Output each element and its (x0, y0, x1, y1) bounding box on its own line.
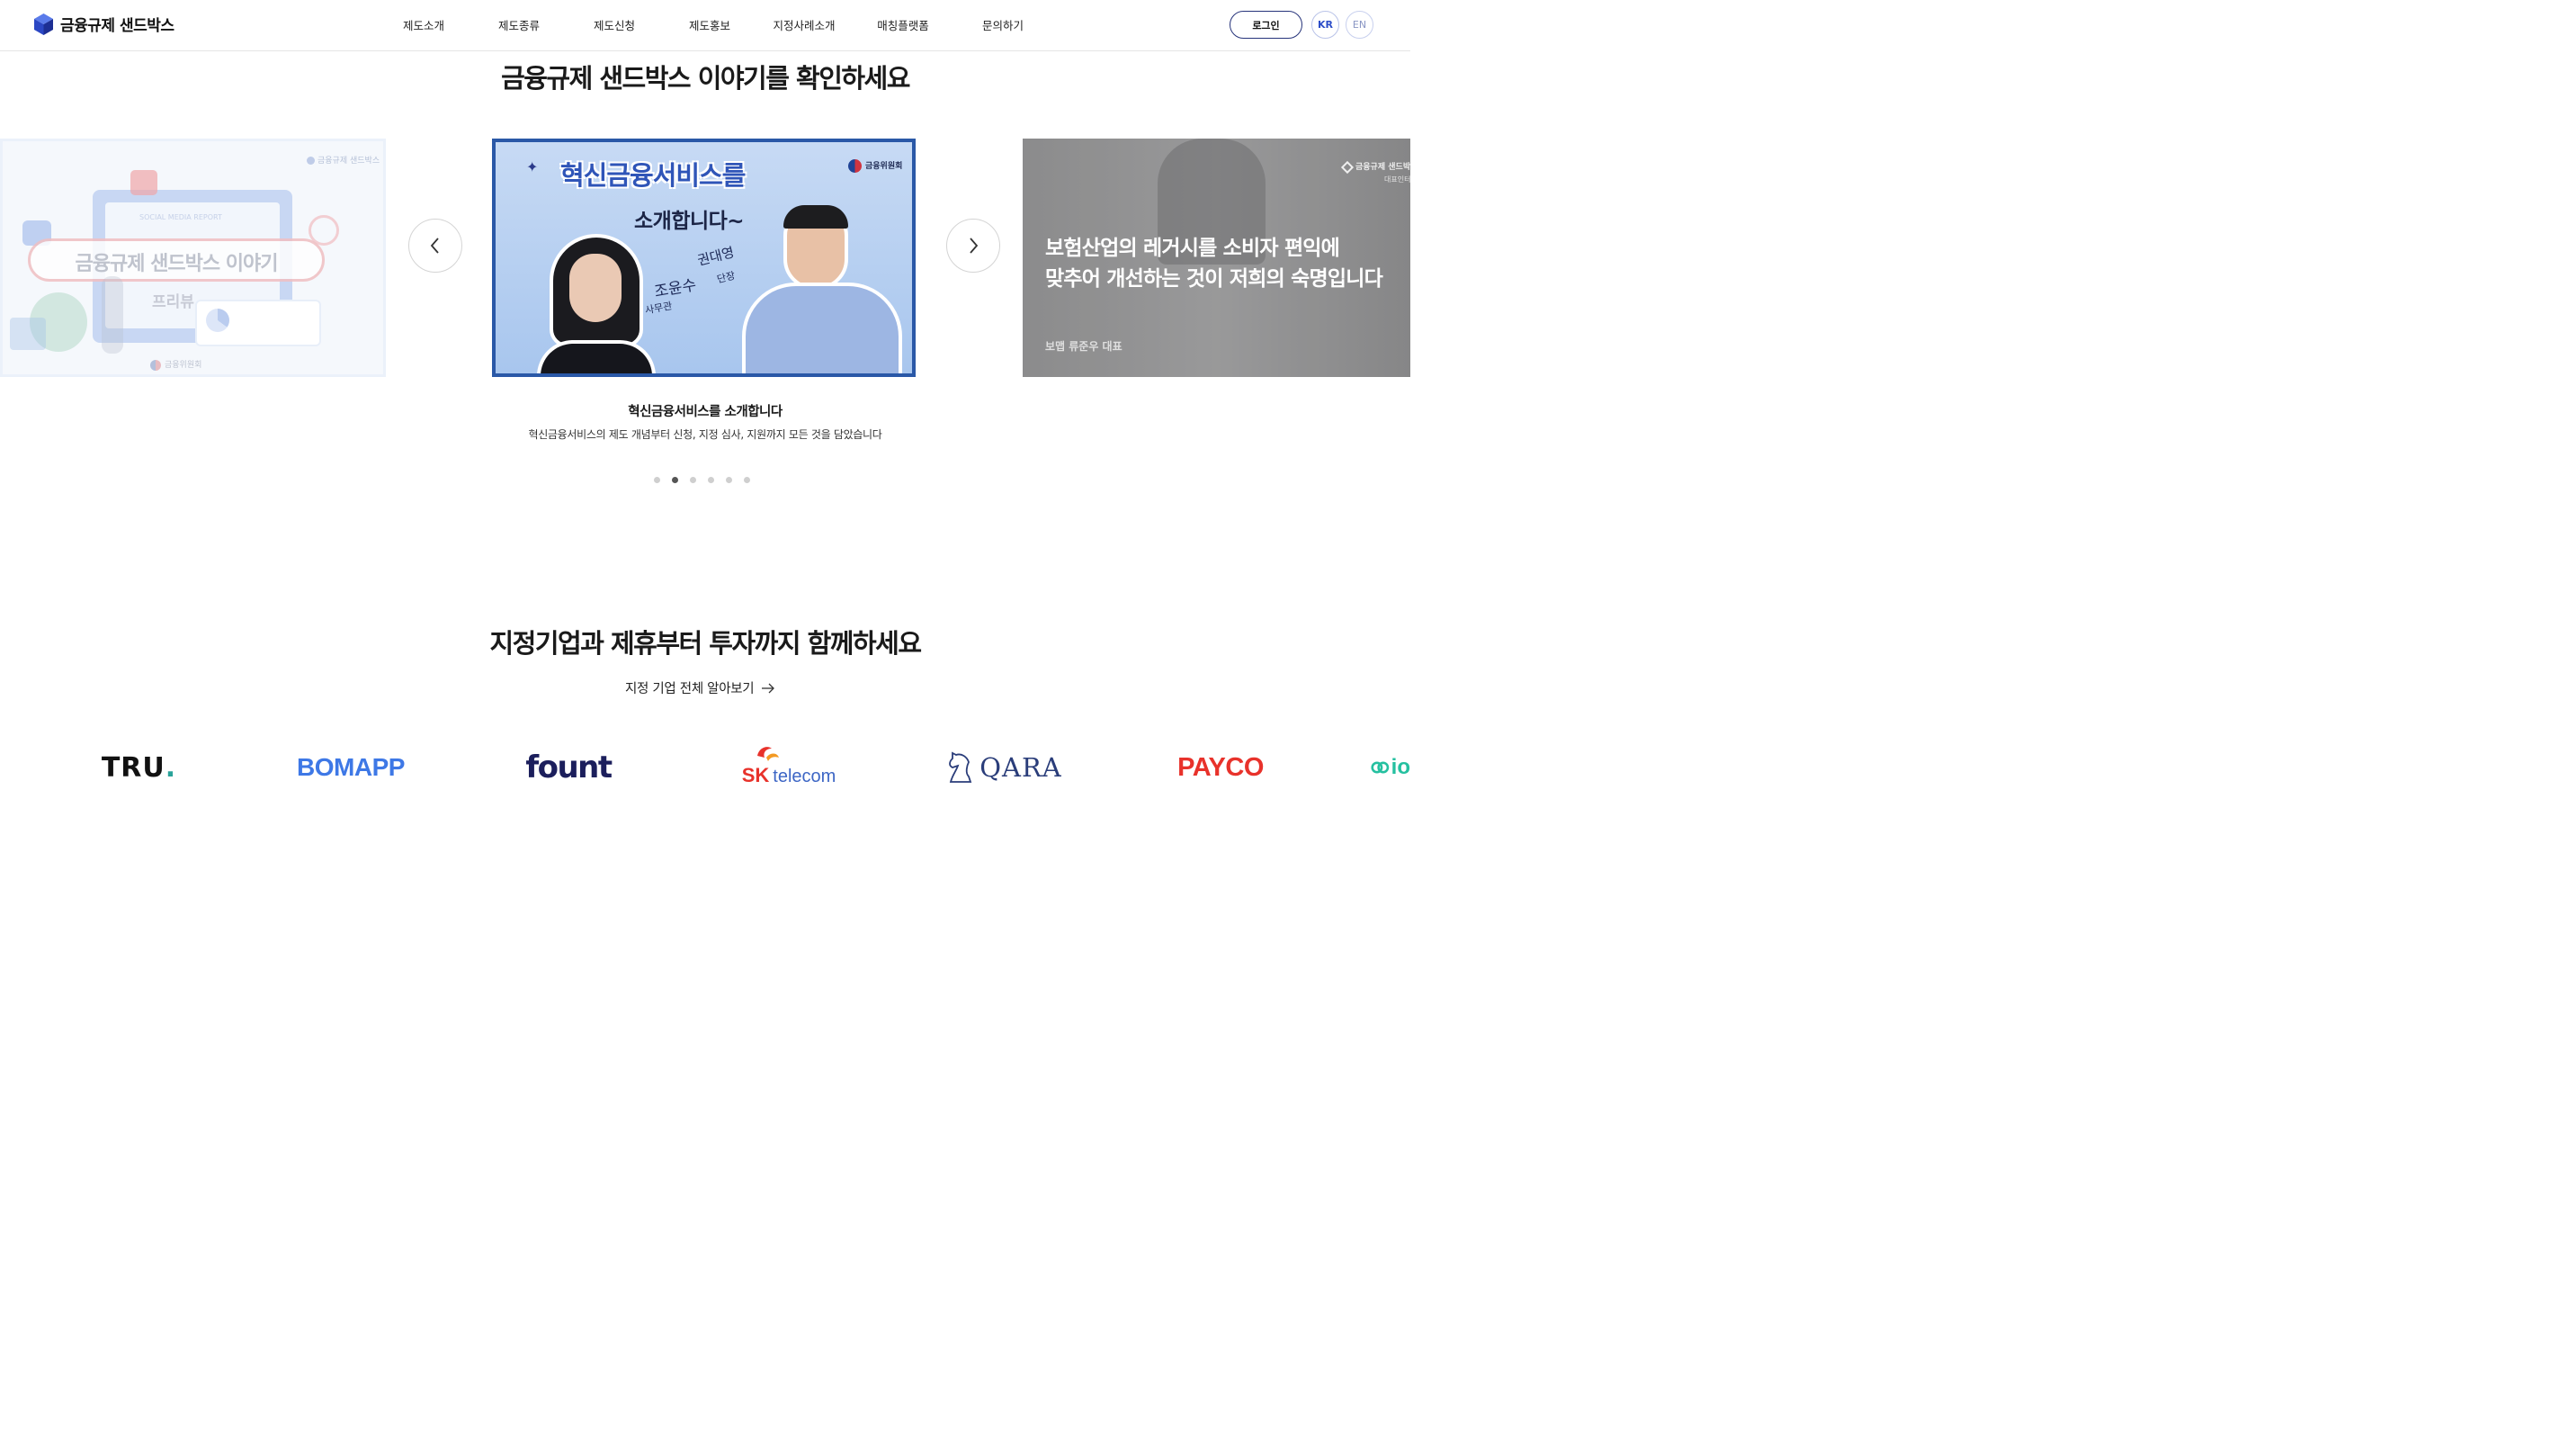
partner-logo-tru[interactable]: TRU. (94, 743, 183, 792)
nav-system-intro[interactable]: 제도소개 (376, 16, 471, 33)
partner-logo-bomapp[interactable]: BOMAPP (288, 743, 414, 792)
story-slide-active[interactable]: 금융위원회 ✦ 혁신금융서비스를 소개합니다~ 조윤수 사무관 권대영 단장 (492, 139, 916, 377)
person-b-title: 단장 (715, 269, 737, 286)
nav-system-types[interactable]: 제도종류 (471, 16, 567, 33)
left-headline: 금융규제 샌드박스 이야기 (75, 253, 279, 275)
pie-icon (206, 309, 229, 332)
person-b-photo (742, 205, 912, 373)
main-nav: 제도소개 제도종류 제도신청 제도홍보 지정사례소개 매칭플랫폼 문의하기 (376, 16, 1051, 33)
badge-dot-icon (307, 157, 315, 165)
logo-cube-icon (34, 13, 53, 35)
logo-text: 금융규제 샌드박스 (60, 17, 174, 35)
right-badge-sub: 대표인터 (1384, 175, 1410, 184)
gov-emblem-icon (848, 159, 862, 173)
pagination-dot[interactable] (690, 477, 696, 483)
partners-title: 지정기업과 제휴부터 투자까지 함께하세요 (489, 628, 922, 659)
right-speaker: 보맵 류준우 대표 (1045, 340, 1123, 353)
slide-badge: 금융규제 샌드박스 (307, 154, 380, 166)
slide-caption-desc: 혁신금융서비스의 제도 개념부터 신청, 지정 심사, 지원까지 모든 것을 담… (528, 428, 882, 441)
star-decoration-icon: ✦ (526, 158, 539, 175)
mail-icon (130, 170, 157, 195)
partner-logo-sk-telecom[interactable]: SK telecom (732, 743, 845, 792)
partner-logo-strip: TRU. BOMAPP fount SK telecom QARA PAYCO … (0, 743, 1410, 792)
pagination-dot[interactable] (744, 477, 750, 483)
lang-kr-button[interactable]: KR (1311, 11, 1339, 39)
pagination-dot[interactable] (654, 477, 660, 483)
sandbox-logo-icon (1340, 160, 1355, 174)
gov-emblem-icon (150, 359, 161, 371)
agency-logo: 금융위원회 (848, 159, 902, 173)
nav-system-apply[interactable]: 제도신청 (567, 16, 662, 33)
stories-title: 금융규제 샌드박스 이야기를 확인하세요 (501, 63, 910, 94)
left-footer-logo: 금융위원회 (150, 358, 201, 371)
left-sub: 프리뷰 (152, 293, 194, 311)
person-a-photo (537, 234, 656, 373)
chevron-left-icon (430, 238, 439, 254)
person-b-name: 권대영 (695, 244, 737, 269)
nav-cases[interactable]: 지정사례소개 (757, 16, 851, 33)
knight-chess-icon (949, 751, 972, 783)
center-headline-1: 혁신금융서비스를 (560, 160, 746, 191)
partner-logo-fount[interactable]: fount (514, 743, 622, 792)
carousel-next-button[interactable] (946, 219, 1000, 273)
partner-logo-qara[interactable]: QARA (941, 743, 1067, 792)
sk-butterfly-icon (757, 747, 779, 761)
pagination-dot-active[interactable] (672, 477, 678, 483)
lang-en-button[interactable]: EN (1346, 11, 1373, 39)
center-headline-2: 소개합니다~ (634, 210, 745, 233)
report-label: SOCIAL MEDIA REPORT (139, 213, 222, 221)
carousel-pagination (654, 477, 750, 483)
story-slide-next[interactable]: 금융규제 샌드박 대표인터 보험산업의 레거시를 소비자 편익에 맞추어 개선하… (1023, 139, 1410, 377)
right-quote-2: 맞추어 개선하는 것이 저희의 숙명입니다 (1045, 267, 1383, 291)
login-button[interactable]: 로그인 (1230, 11, 1302, 39)
all-companies-link[interactable]: 지정 기업 전체 알아보기 (625, 678, 775, 697)
link-chain-icon (1371, 761, 1390, 774)
carousel-prev-button[interactable] (408, 219, 462, 273)
right-quote-1: 보험산업의 레거시를 소비자 편익에 (1045, 237, 1340, 260)
chevron-right-icon (970, 238, 979, 254)
all-companies-link-label: 지정 기업 전체 알아보기 (625, 682, 755, 696)
person-figure (102, 276, 123, 354)
tru-dot: . (165, 751, 176, 784)
nav-contact[interactable]: 문의하기 (955, 16, 1051, 33)
nav-matching[interactable]: 매칭플랫폼 (851, 16, 955, 33)
nav-system-promo[interactable]: 제도홍보 (662, 16, 757, 33)
coin-stack (10, 318, 46, 350)
site-header: 금융규제 샌드박스 제도소개 제도종류 제도신청 제도홍보 지정사례소개 매칭플… (0, 0, 1410, 51)
right-badge: 금융규제 샌드박 (1340, 160, 1410, 174)
partner-logo-payco[interactable]: PAYCO (1169, 743, 1272, 792)
partner-logo-partial[interactable]: io (1371, 743, 1410, 792)
person-a-name: 조윤수 (653, 276, 698, 301)
site-logo[interactable]: 금융규제 샌드박스 (34, 13, 174, 35)
pagination-dot[interactable] (726, 477, 732, 483)
story-slide-prev[interactable]: 금융규제 샌드박스 SOCIAL MEDIA REPORT 금융규제 샌드박스 … (0, 139, 386, 377)
arrow-right-icon (762, 683, 775, 693)
pagination-dot[interactable] (708, 477, 714, 483)
slide-caption-title: 혁신금융서비스를 소개합니다 (628, 405, 783, 419)
